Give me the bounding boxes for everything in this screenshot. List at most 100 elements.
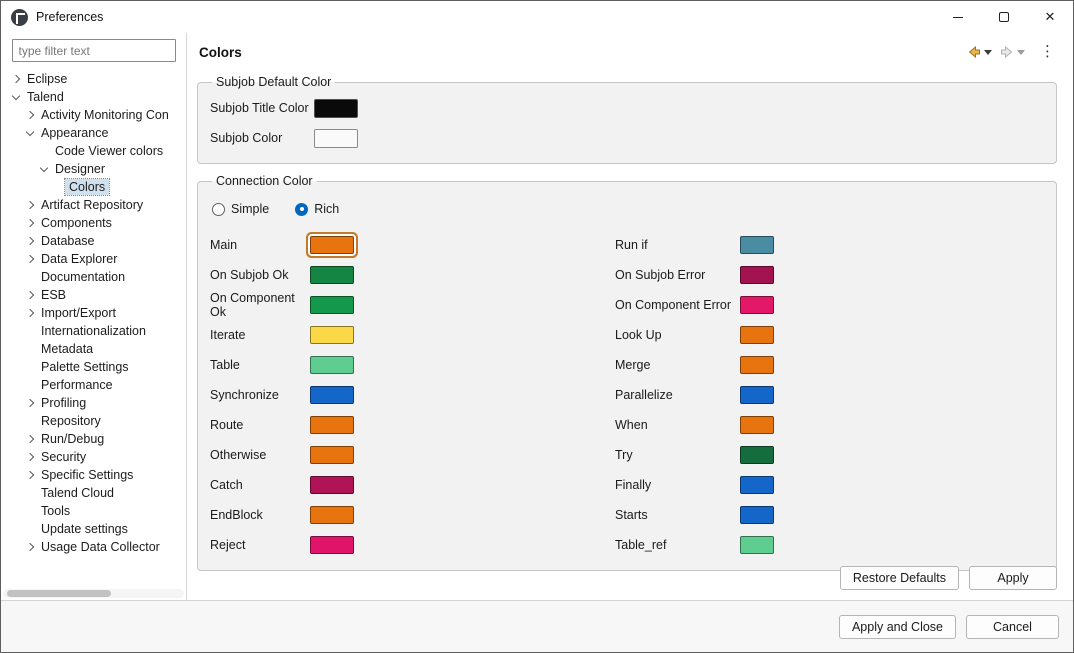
chevron-right-icon[interactable]: [25, 434, 35, 444]
radio-rich[interactable]: Rich: [295, 202, 339, 216]
tree-item-run-debug[interactable]: Run/Debug: [1, 430, 186, 448]
subjob-color-swatch-button[interactable]: [314, 128, 358, 148]
color-setting-label: When: [615, 418, 648, 432]
chevron-down-icon[interactable]: [11, 91, 21, 101]
sidebar-horizontal-scrollbar[interactable]: [3, 589, 184, 598]
filter-input[interactable]: [11, 39, 176, 62]
on-component-error-swatch-button[interactable]: [740, 296, 774, 314]
restore-defaults-button[interactable]: Restore Defaults: [839, 566, 959, 590]
tree-item-repository[interactable]: Repository: [1, 412, 186, 430]
tree-item-talend[interactable]: Talend: [1, 88, 186, 106]
tree-item-palette-settings[interactable]: Palette Settings: [1, 358, 186, 376]
maximize-button[interactable]: [981, 1, 1027, 33]
tree-item-talend-cloud[interactable]: Talend Cloud: [1, 484, 186, 502]
tree-item-documentation[interactable]: Documentation: [1, 268, 186, 286]
chevron-right-icon[interactable]: [11, 74, 21, 84]
tree-item-label: Palette Settings: [41, 360, 129, 374]
look-up-swatch-button[interactable]: [740, 326, 774, 344]
tree-item-label: Internationalization: [41, 324, 146, 338]
radio-simple[interactable]: Simple: [212, 202, 269, 216]
view-menu-button[interactable]: ⋮: [1030, 43, 1059, 61]
endblock-swatch-button[interactable]: [310, 506, 354, 524]
table-swatch-button[interactable]: [310, 356, 354, 374]
color-setting-row: Parallelize: [615, 380, 1044, 410]
reject-swatch-button[interactable]: [310, 536, 354, 554]
group-title: Subjob Default Color: [216, 75, 332, 89]
tree-item-components[interactable]: Components: [1, 214, 186, 232]
close-button[interactable]: ✕: [1027, 1, 1073, 33]
chevron-down-icon[interactable]: [25, 127, 35, 137]
tree-item-appearance[interactable]: Appearance: [1, 124, 186, 142]
titlebar: Preferences ✕: [1, 1, 1073, 33]
apply-and-close-button[interactable]: Apply and Close: [838, 614, 956, 639]
route-swatch-button[interactable]: [310, 416, 354, 434]
chevron-right-icon[interactable]: [25, 452, 35, 462]
iterate-swatch-button[interactable]: [310, 326, 354, 344]
radio-rich-icon[interactable]: [295, 202, 309, 216]
tree-item-update-settings[interactable]: Update settings: [1, 520, 186, 538]
chevron-right-icon[interactable]: [25, 290, 35, 300]
chevron-right-icon[interactable]: [25, 398, 35, 408]
tree-item-designer[interactable]: Designer: [1, 160, 186, 178]
chevron-right-icon[interactable]: [25, 254, 35, 264]
otherwise-swatch-button[interactable]: [310, 446, 354, 464]
color-setting-row: On Subjob Error: [615, 260, 1044, 290]
tree-item-esb[interactable]: ESB: [1, 286, 186, 304]
scrollbar-thumb[interactable]: [7, 590, 111, 597]
parallelize-swatch-button[interactable]: [740, 386, 774, 404]
tree-item-performance[interactable]: Performance: [1, 376, 186, 394]
subjob-title-color-swatch-button[interactable]: [314, 98, 358, 118]
tree-item-security[interactable]: Security: [1, 448, 186, 466]
synchronize-swatch-button[interactable]: [310, 386, 354, 404]
page-header: Colors ⋮: [187, 33, 1073, 71]
color-setting-row: EndBlock: [210, 500, 615, 530]
run-if-swatch-button[interactable]: [740, 236, 774, 254]
chevron-right-icon[interactable]: [25, 470, 35, 480]
back-button[interactable]: [964, 41, 994, 63]
table-ref-swatch-button[interactable]: [740, 536, 774, 554]
color-setting-label: Look Up: [615, 328, 662, 342]
tree-item-artifact-repository[interactable]: Artifact Repository: [1, 196, 186, 214]
color-setting-row: Subjob Title Color: [210, 93, 1044, 123]
color-setting-row: Table: [210, 350, 615, 380]
on-subjob-error-swatch-button[interactable]: [740, 266, 774, 284]
tree-item-usage-data-collector[interactable]: Usage Data Collector: [1, 538, 186, 556]
minimize-button[interactable]: [935, 1, 981, 33]
starts-swatch-button[interactable]: [740, 506, 774, 524]
tree-item-internationalization[interactable]: Internationalization: [1, 322, 186, 340]
tree-item-profiling[interactable]: Profiling: [1, 394, 186, 412]
forward-button[interactable]: [997, 41, 1027, 63]
catch-swatch-button[interactable]: [310, 476, 354, 494]
tree-item-specific-settings[interactable]: Specific Settings: [1, 466, 186, 484]
tree-item-database[interactable]: Database: [1, 232, 186, 250]
chevron-right-icon[interactable]: [25, 110, 35, 120]
tree-item-eclipse[interactable]: Eclipse: [1, 70, 186, 88]
connection-color-group: Connection Color Simple Rich Main On Subjo…: [197, 174, 1057, 571]
color-setting-label: Starts: [615, 508, 648, 522]
tree-item-label: Update settings: [41, 522, 128, 536]
apply-button[interactable]: Apply: [969, 566, 1057, 590]
cancel-button[interactable]: Cancel: [966, 614, 1059, 639]
tree-item-tools[interactable]: Tools: [1, 502, 186, 520]
tree-item-code-viewer-colors[interactable]: Code Viewer colors: [1, 142, 186, 160]
finally-swatch-button[interactable]: [740, 476, 774, 494]
chevron-right-icon[interactable]: [25, 542, 35, 552]
tree-item-data-explorer[interactable]: Data Explorer: [1, 250, 186, 268]
radio-simple-icon[interactable]: [212, 202, 225, 216]
chevron-right-icon[interactable]: [25, 236, 35, 246]
color-setting-label: Subjob Title Color: [210, 101, 309, 115]
main-swatch-button[interactable]: [310, 236, 354, 254]
tree-item-activity-monitoring-con[interactable]: Activity Monitoring Con: [1, 106, 186, 124]
chevron-right-icon[interactable]: [25, 308, 35, 318]
merge-swatch-button[interactable]: [740, 356, 774, 374]
chevron-right-icon[interactable]: [25, 200, 35, 210]
when-swatch-button[interactable]: [740, 416, 774, 434]
tree-item-metadata[interactable]: Metadata: [1, 340, 186, 358]
chevron-down-icon[interactable]: [39, 163, 49, 173]
try-swatch-button[interactable]: [740, 446, 774, 464]
chevron-right-icon[interactable]: [25, 218, 35, 228]
on-subjob-ok-swatch-button[interactable]: [310, 266, 354, 284]
tree-item-colors[interactable]: Colors: [1, 178, 186, 196]
tree-item-import-export[interactable]: Import/Export: [1, 304, 186, 322]
on-component-ok-swatch-button[interactable]: [310, 296, 354, 314]
